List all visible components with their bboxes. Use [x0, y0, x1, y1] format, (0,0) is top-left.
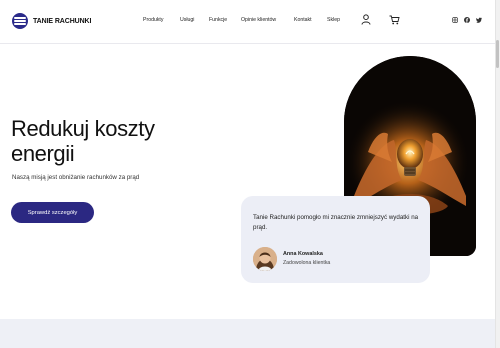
cart-icon[interactable]: [389, 15, 400, 25]
testimonial-card: Tanie Rachunki pomogło mi znacznie zmnie…: [241, 196, 430, 283]
nav-item-funkcje[interactable]: Funkcje: [209, 17, 227, 23]
main-nav: Produkty Usługi Funkcje Opinie klientów …: [0, 17, 495, 27]
user-icon[interactable]: [361, 14, 371, 25]
nav-item-opinie[interactable]: Opinie klientów: [241, 17, 276, 23]
twitter-icon[interactable]: [476, 17, 482, 23]
avatar: [253, 247, 277, 271]
nav-item-produkty[interactable]: Produkty: [143, 17, 163, 23]
instagram-icon[interactable]: [452, 17, 458, 23]
testimonial-name: Anna Kowalska: [283, 251, 323, 257]
hero-title: Redukuj koszty energii: [11, 116, 155, 166]
site-header: TANIE RACHUNKI Produkty Usługi Funkcje O…: [0, 0, 495, 44]
nav-item-kontakt[interactable]: Kontakt: [294, 17, 312, 23]
page-scrollbar[interactable]: [495, 0, 500, 348]
nav-item-sklep[interactable]: Sklep: [327, 17, 340, 23]
hero-subtitle: Naszą misją jest obniżanie rachunków za …: [12, 174, 140, 181]
details-button[interactable]: Sprawdź szczegóły: [11, 202, 94, 223]
scrollbar-thumb[interactable]: [496, 40, 499, 68]
facebook-icon[interactable]: [464, 17, 470, 23]
nav-item-uslugi[interactable]: Usługi: [180, 17, 194, 23]
next-section-band: [0, 319, 495, 348]
testimonial-quote: Tanie Rachunki pomogło mi znacznie zmnie…: [253, 214, 419, 231]
testimonial-role: Zadowolona klientka: [283, 260, 331, 266]
